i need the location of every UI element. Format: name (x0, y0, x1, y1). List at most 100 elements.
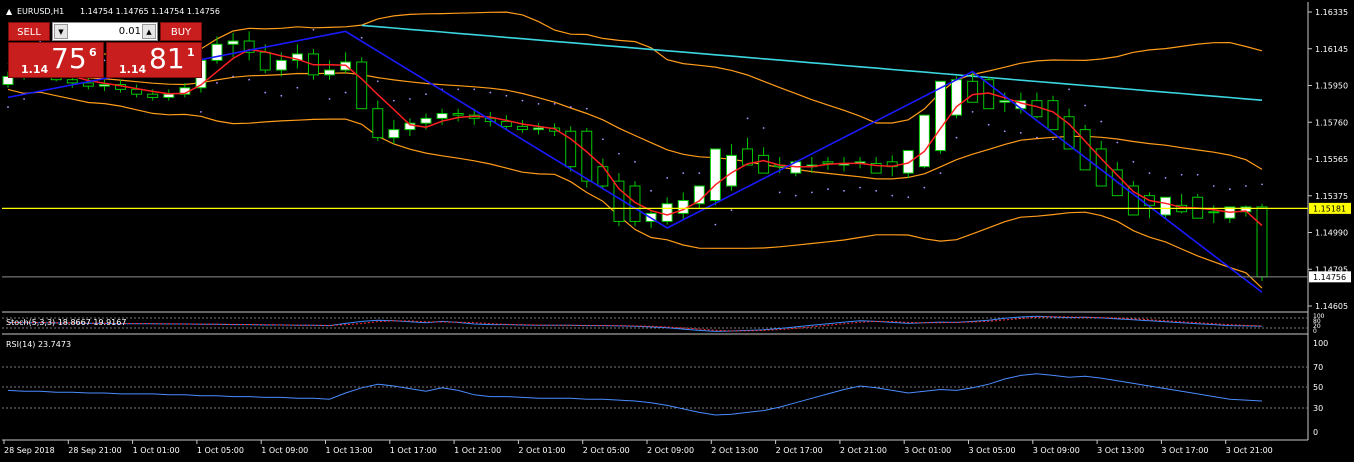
sar-dot (682, 172, 685, 175)
lot-decrease-icon[interactable]: ▼ (54, 24, 68, 39)
time-axis-label: 3 Oct 21:00 (1226, 446, 1273, 455)
price-axis-label: 1.15565 (1315, 155, 1348, 164)
sar-dot (1245, 185, 1247, 187)
sell-button[interactable]: SELL (8, 22, 50, 41)
sar-dot (328, 98, 331, 100)
time-axis-label: 3 Oct 05:00 (969, 446, 1016, 455)
sar-dot (537, 102, 540, 105)
time-axis-label: 28 Sep 21:00 (68, 446, 121, 455)
sar-dot (553, 102, 556, 105)
candle-body (259, 51, 271, 71)
sar-dot (778, 191, 781, 194)
candle-body (420, 117, 432, 124)
sar-dot (730, 209, 733, 212)
time-axis-label: 3 Oct 01:00 (904, 446, 951, 455)
sar-dot (875, 189, 878, 192)
sar-dot (666, 177, 669, 179)
sar-dot (955, 136, 958, 139)
price-axis-label: 1.14605 (1315, 302, 1348, 311)
price-axis-label: 1.16335 (1315, 8, 1348, 17)
rsi-axis-30: 30 (1313, 404, 1323, 413)
candle-body (147, 93, 159, 98)
sar-dot (859, 186, 861, 189)
sar-dot (1116, 141, 1119, 144)
lot-size-box: ▼ ▲ (52, 22, 158, 41)
candle-body (131, 88, 143, 95)
candle-body (452, 113, 464, 116)
sar-dot (569, 106, 572, 108)
sar-dot (601, 138, 604, 141)
sar-dot (264, 91, 267, 94)
rsi-axis-100: 100 (1313, 339, 1328, 348)
lot-increase-icon[interactable]: ▲ (142, 24, 156, 39)
time-axis-label: 3 Oct 17:00 (1161, 446, 1208, 455)
price-axis-label: 1.16145 (1315, 45, 1348, 54)
current-price-label: 1.14756 (1313, 273, 1346, 282)
price-axis-label: 1.15760 (1315, 118, 1348, 127)
lot-size-input[interactable] (71, 24, 143, 39)
sar-dot (392, 99, 395, 102)
buy-price-prefix: 1.14 (119, 63, 147, 76)
time-axis-label: 1 Oct 13:00 (326, 446, 373, 455)
sar-dot (794, 194, 797, 197)
sar-dot (827, 188, 829, 191)
sar-dot (923, 186, 926, 189)
sar-dot (505, 94, 508, 97)
buy-button[interactable]: BUY (160, 22, 202, 41)
time-axis-label: 2 Oct 17:00 (776, 446, 823, 455)
sar-dot (1196, 173, 1199, 176)
sar-dot (521, 99, 524, 102)
candle-body (597, 166, 609, 187)
candle-body (516, 125, 528, 131)
sar-dot (232, 75, 234, 78)
sar-dot (1132, 160, 1135, 163)
candle-body (951, 79, 963, 116)
stoch-axis-0: 0 (1313, 328, 1317, 335)
sell-price-quote[interactable]: 1.14 75 6 (8, 42, 104, 78)
sar-dot (634, 160, 636, 163)
time-axis-label: 2 Oct 21:00 (840, 446, 887, 455)
buy-price-big: 81 (149, 42, 185, 75)
chart-symbol-timeframe: EURUSD,H1 (17, 7, 64, 16)
sar-dot (1212, 185, 1215, 187)
sar-dot (1036, 136, 1038, 139)
sar-dot (344, 91, 347, 94)
sar-dot (1003, 130, 1006, 133)
level-line-price-label: 1.15181 (1313, 204, 1346, 213)
candle-body (918, 114, 930, 168)
candle-body (1031, 100, 1043, 118)
time-axis-label: 1 Oct 05:00 (197, 446, 244, 455)
sar-dot (698, 172, 701, 175)
buy-price-quote[interactable]: 1.14 81 1 (106, 42, 202, 78)
candle-body (758, 154, 770, 174)
sar-dot (907, 196, 910, 199)
sar-dot (891, 194, 894, 197)
rsi-axis-70: 70 (1313, 363, 1323, 372)
candle-body (902, 150, 914, 174)
candle-body (324, 69, 336, 76)
sar-dot (489, 91, 492, 94)
time-axis-label: 2 Oct 13:00 (711, 446, 758, 455)
time-axis-label: 28 Sep 2018 (4, 446, 55, 455)
price-axis-label: 1.14990 (1315, 229, 1348, 238)
rsi-label: RSI(14) 23.7473 (6, 340, 71, 349)
sar-dot (650, 189, 652, 192)
sar-dot (585, 107, 588, 110)
candle-body (1079, 129, 1091, 171)
sar-dot (473, 88, 476, 91)
sar-dot (23, 98, 25, 100)
sar-dot (7, 106, 9, 108)
candle-body (1160, 196, 1172, 216)
sar-dot (714, 223, 717, 226)
sar-dot (425, 93, 427, 96)
candle-body (822, 161, 834, 164)
price-axis-label: 1.15375 (1315, 192, 1348, 201)
trading-chart[interactable]: ▲ EURUSD,H1 1.14754 1.14765 1.14754 1.14… (0, 0, 1354, 462)
time-axis-label: 3 Oct 13:00 (1097, 446, 1144, 455)
chart-ohlc: 1.14754 1.14765 1.14754 1.14756 (80, 7, 220, 16)
candle-body (934, 80, 946, 152)
sar-dot (312, 28, 315, 31)
candle-body (999, 100, 1011, 103)
sar-dot (971, 111, 974, 113)
sell-price-pip: 6 (89, 46, 97, 59)
